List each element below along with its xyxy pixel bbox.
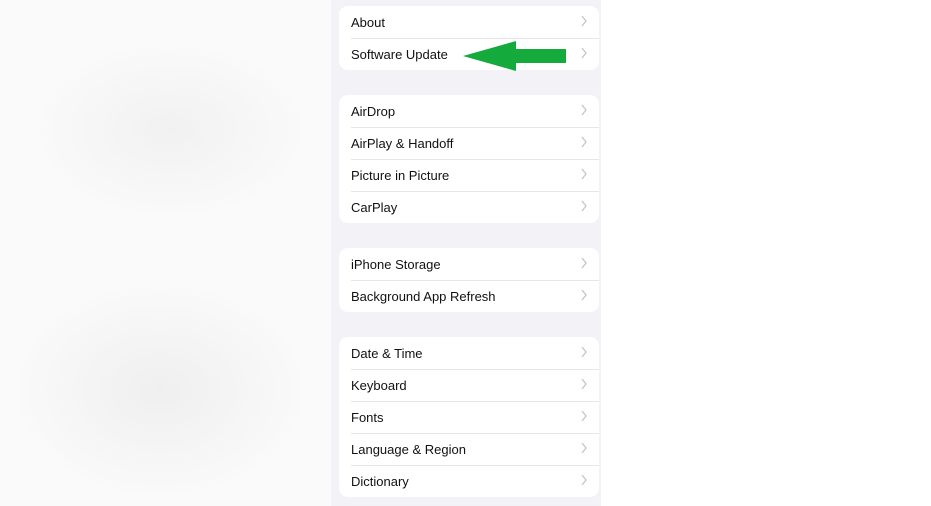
chevron-right-icon (581, 378, 587, 390)
settings-row-airdrop[interactable]: AirDrop (339, 95, 599, 127)
chevron-right-icon (581, 136, 587, 148)
settings-group-3: iPhone Storage Background App Refresh (339, 248, 599, 312)
chevron-right-icon (581, 289, 587, 301)
row-label: Fonts (351, 409, 384, 425)
chevron-right-icon (581, 442, 587, 454)
settings-row-date-time[interactable]: Date & Time (339, 337, 599, 369)
settings-row-carplay[interactable]: CarPlay (339, 191, 599, 223)
row-label: AirPlay & Handoff (351, 135, 454, 151)
settings-group-4: Date & Time Keyboard Fonts Language & Re… (339, 337, 599, 497)
row-label: AirDrop (351, 103, 396, 119)
settings-row-iphone-storage[interactable]: iPhone Storage (339, 248, 599, 280)
row-label: Picture in Picture (351, 167, 450, 183)
row-label: Dictionary (351, 473, 409, 489)
row-label: About (351, 14, 385, 30)
settings-row-language-region[interactable]: Language & Region (339, 433, 599, 465)
settings-row-fonts[interactable]: Fonts (339, 401, 599, 433)
chevron-right-icon (581, 346, 587, 358)
row-label: Software Update (351, 46, 448, 62)
settings-row-dictionary[interactable]: Dictionary (339, 465, 599, 497)
chevron-right-icon (581, 47, 587, 59)
settings-group-2: AirDrop AirPlay & Handoff Picture in Pic… (339, 95, 599, 223)
row-label: CarPlay (351, 199, 398, 215)
arrow-left-icon (463, 41, 566, 71)
row-label: Language & Region (351, 441, 466, 457)
settings-general-screen: About Software Update AirDrop AirPlay & … (331, 0, 601, 506)
row-label: iPhone Storage (351, 256, 441, 272)
row-label: Date & Time (351, 345, 423, 361)
chevron-right-icon (581, 200, 587, 212)
row-label: Background App Refresh (351, 288, 496, 304)
blurred-background (0, 0, 331, 506)
settings-row-airplay-handoff[interactable]: AirPlay & Handoff (339, 127, 599, 159)
row-label: Keyboard (351, 377, 407, 393)
chevron-right-icon (581, 104, 587, 116)
chevron-right-icon (581, 474, 587, 486)
settings-row-background-app-refresh[interactable]: Background App Refresh (339, 280, 599, 312)
settings-row-picture-in-picture[interactable]: Picture in Picture (339, 159, 599, 191)
settings-row-keyboard[interactable]: Keyboard (339, 369, 599, 401)
chevron-right-icon (581, 257, 587, 269)
chevron-right-icon (581, 168, 587, 180)
settings-row-about[interactable]: About (339, 6, 599, 38)
chevron-right-icon (581, 410, 587, 422)
chevron-right-icon (581, 15, 587, 27)
